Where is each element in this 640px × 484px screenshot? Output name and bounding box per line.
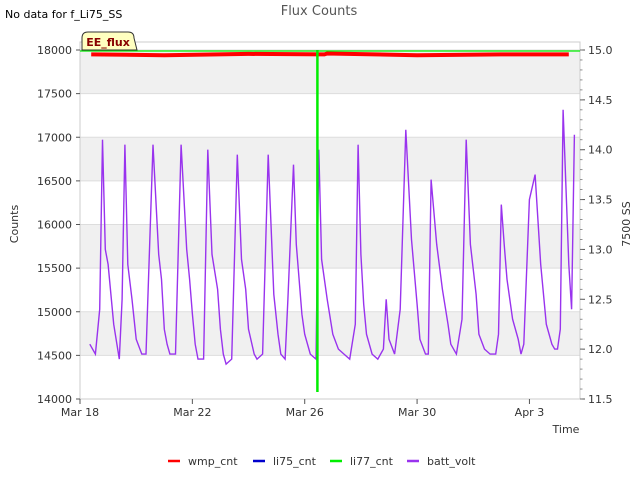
y-tick-label: 17000 <box>37 131 72 144</box>
series-wmp-cnt <box>91 51 569 58</box>
x-tick-label: Mar 26 <box>286 406 324 419</box>
y2-tick-label: 15.0 <box>588 44 613 57</box>
y-tick-label: 17500 <box>37 88 72 101</box>
y-tick-label: 16500 <box>37 175 72 188</box>
chart-title: Flux Counts <box>281 4 358 19</box>
ee-flux-badge: EE_flux <box>81 31 138 51</box>
no-data-message: No data for f_Li75_SS <box>5 8 122 21</box>
y2-tick-label: 12.5 <box>588 293 613 306</box>
y-tick-label: 14500 <box>37 349 72 362</box>
x-axis-label: Time <box>552 423 580 436</box>
chart-root: 14000 14500 15000 15500 16000 16500 17000 17500… <box>0 0 640 480</box>
y-tick-label: 15500 <box>37 262 72 275</box>
legend-label: wmp_cnt <box>188 455 238 468</box>
bottom-axis: Mar 18 Mar 22 Mar 26 Mar 30 Apr 3 <box>61 399 544 419</box>
flux-counts-chart: 14000 14500 15000 15500 16000 16500 17000 17500… <box>5 4 633 468</box>
right-axis: 11.5 12.0 12.5 13.0 13.5 14.0 14.5 15.0 <box>580 44 613 406</box>
y-tick-label: 18000 <box>37 44 72 57</box>
y-axis-label: Counts <box>8 205 21 244</box>
y-tick-label: 14000 <box>37 393 72 406</box>
y2-tick-label: 11.5 <box>588 393 613 406</box>
y2-tick-label: 14.5 <box>588 94 613 107</box>
y2-tick-label: 14.0 <box>588 144 613 157</box>
x-tick-label: Apr 3 <box>515 406 545 419</box>
legend-label: batt_volt <box>427 455 476 468</box>
x-tick-label: Mar 30 <box>398 406 436 419</box>
legend: wmp_cnt li75_cnt li77_cnt batt_volt <box>168 455 476 468</box>
y2-tick-label: 13.5 <box>588 194 613 207</box>
legend-label: li77_cnt <box>350 455 394 468</box>
y-tick-label: 16000 <box>37 219 72 232</box>
x-tick-label: Mar 22 <box>173 406 211 419</box>
x-tick-label: Mar 18 <box>61 406 99 419</box>
left-axis: 14000 14500 15000 15500 16000 16500 17000 17500… <box>37 44 80 406</box>
badge-label: EE_flux <box>86 36 130 49</box>
y2-tick-label: 12.0 <box>588 343 613 356</box>
y2-tick-label: 13.0 <box>588 243 613 256</box>
y-tick-label: 15000 <box>37 306 72 319</box>
y2-axis-label: 7500 SS <box>620 201 633 246</box>
plot-bands <box>80 50 580 356</box>
legend-label: li75_cnt <box>273 455 317 468</box>
